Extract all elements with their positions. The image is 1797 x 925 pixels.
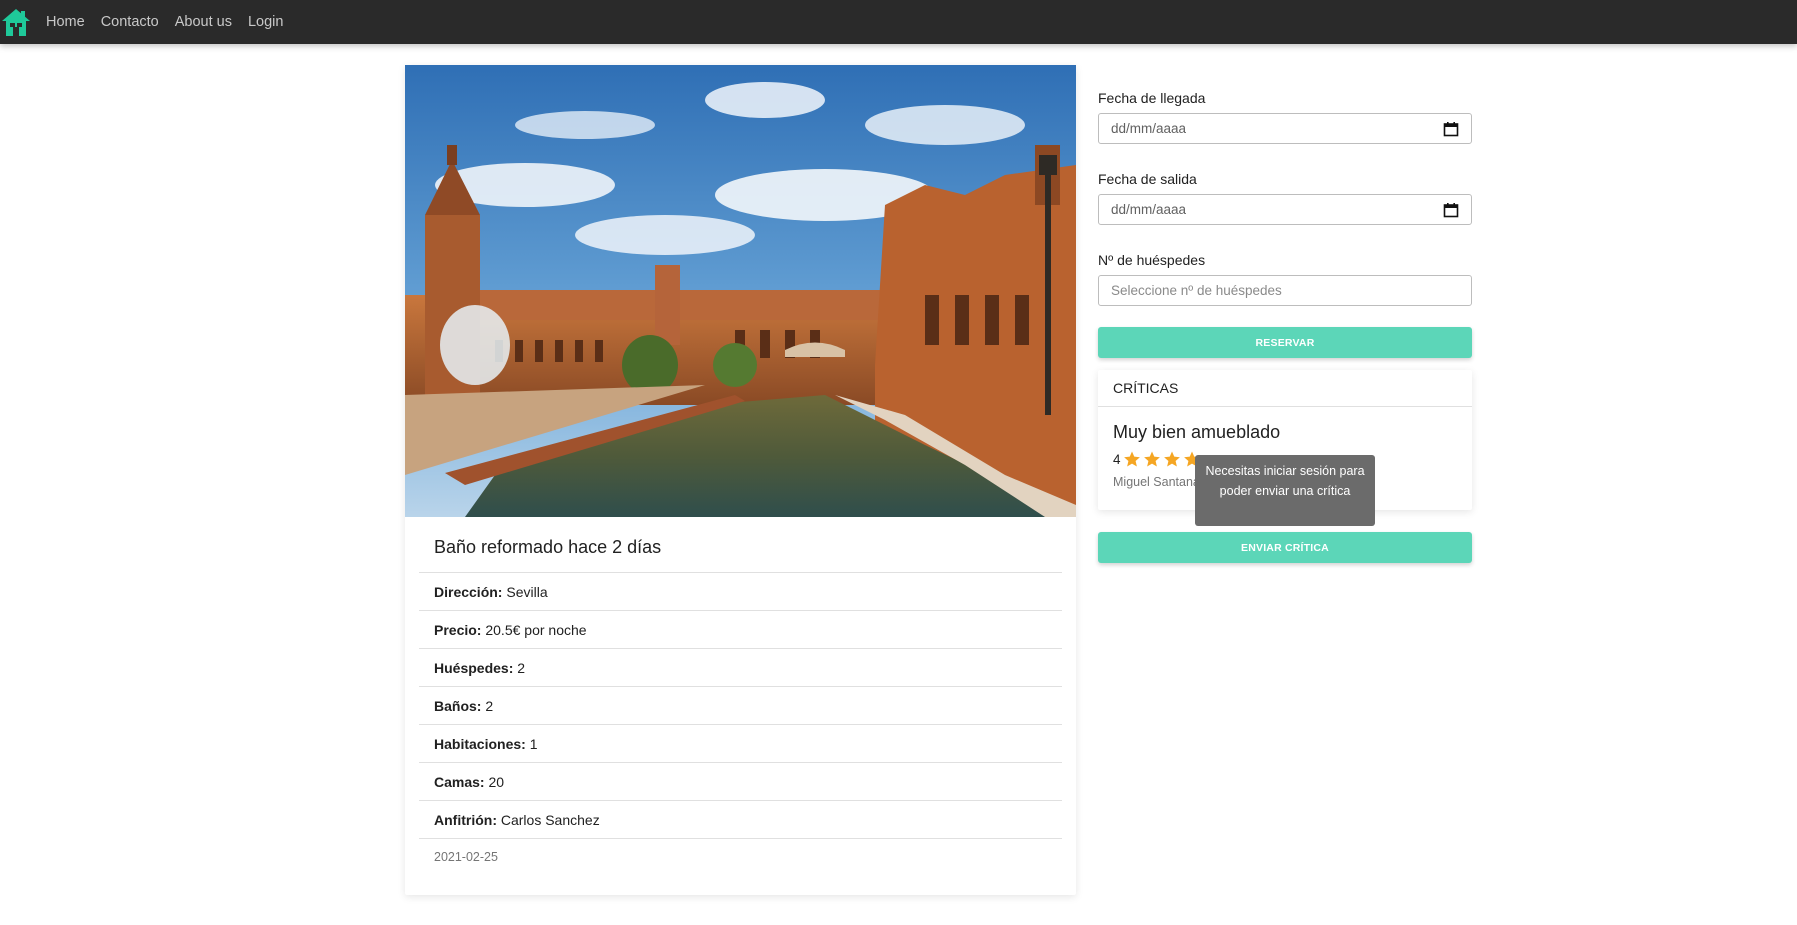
arrival-date-input[interactable]: dd/mm/aaaa <box>1098 113 1472 144</box>
star-icon <box>1163 451 1180 467</box>
guests-label: Nº de huéspedes <box>1098 252 1206 268</box>
detail-label: Anfitrión: <box>434 812 497 828</box>
detail-value: 20 <box>488 774 505 790</box>
detail-value: 20.5€ por noche <box>485 622 587 638</box>
detail-row-direccion: Dirección: Sevilla <box>419 573 1062 611</box>
detail-row-precio: Precio: 20.5€ por noche <box>419 611 1062 649</box>
booking-form: Fecha de llegada dd/mm/aaaa Fecha de sal… <box>1098 90 1472 358</box>
navbar: Home Contacto About us Login <box>0 0 1797 44</box>
departure-date-placeholder: dd/mm/aaaa <box>1111 202 1187 217</box>
guests-input[interactable]: Seleccione nº de huéspedes <box>1098 275 1472 306</box>
detail-label: Camas: <box>434 774 485 790</box>
departure-date-input[interactable]: dd/mm/aaaa <box>1098 194 1472 225</box>
login-required-tooltip: Necesitas iniciar sesión para poder envi… <box>1195 455 1375 526</box>
detail-row-anfitrion: Anfitrión: Carlos Sanchez <box>419 801 1062 839</box>
detail-row-habitaciones: Habitaciones: 1 <box>419 725 1062 763</box>
detail-label: Habitaciones: <box>434 736 526 752</box>
reviews-header: CRÍTICAS <box>1098 370 1472 407</box>
send-review-button[interactable]: ENVIAR CRÍTICA <box>1098 532 1472 563</box>
detail-value: 2 <box>517 660 526 676</box>
property-title: Baño reformado hace 2 días <box>419 517 1062 573</box>
nav-link-login[interactable]: Login <box>248 14 283 30</box>
rating-value: 4 <box>1113 451 1121 467</box>
detail-value: Carlos Sanchez <box>500 812 600 828</box>
reserve-button[interactable]: RESERVAR <box>1098 327 1472 358</box>
detail-value: Sevilla <box>506 584 548 600</box>
star-icon <box>1143 451 1160 467</box>
guests-placeholder: Seleccione nº de huéspedes <box>1111 283 1282 298</box>
detail-label: Huéspedes: <box>434 660 514 676</box>
review-title: Muy bien amueblado <box>1113 422 1281 442</box>
nav-link-home[interactable]: Home <box>46 14 85 30</box>
detail-value: 1 <box>529 736 538 752</box>
publish-date: 2021-02-25 <box>434 850 498 864</box>
detail-row-huespedes: Huéspedes: 2 <box>419 649 1062 687</box>
home-icon[interactable] <box>0 6 32 38</box>
detail-row-banos: Baños: 2 <box>419 687 1062 725</box>
detail-label: Baños: <box>434 698 482 714</box>
star-icon <box>1123 451 1140 467</box>
detail-label: Dirección: <box>434 584 503 600</box>
property-card: Baño reformado hace 2 días Dirección: Se… <box>405 65 1076 895</box>
detail-value: 2 <box>485 698 494 714</box>
property-photo <box>405 65 1076 517</box>
arrival-date-placeholder: dd/mm/aaaa <box>1111 121 1187 136</box>
detail-row-camas: Camas: 20 <box>419 763 1062 801</box>
detail-label: Precio: <box>434 622 482 638</box>
calendar-icon[interactable] <box>1443 202 1459 218</box>
calendar-icon[interactable] <box>1443 121 1459 137</box>
arrival-label: Fecha de llegada <box>1098 90 1206 106</box>
nav-link-about-us[interactable]: About us <box>175 14 232 30</box>
departure-label: Fecha de salida <box>1098 171 1197 187</box>
nav-link-contacto[interactable]: Contacto <box>101 14 159 30</box>
